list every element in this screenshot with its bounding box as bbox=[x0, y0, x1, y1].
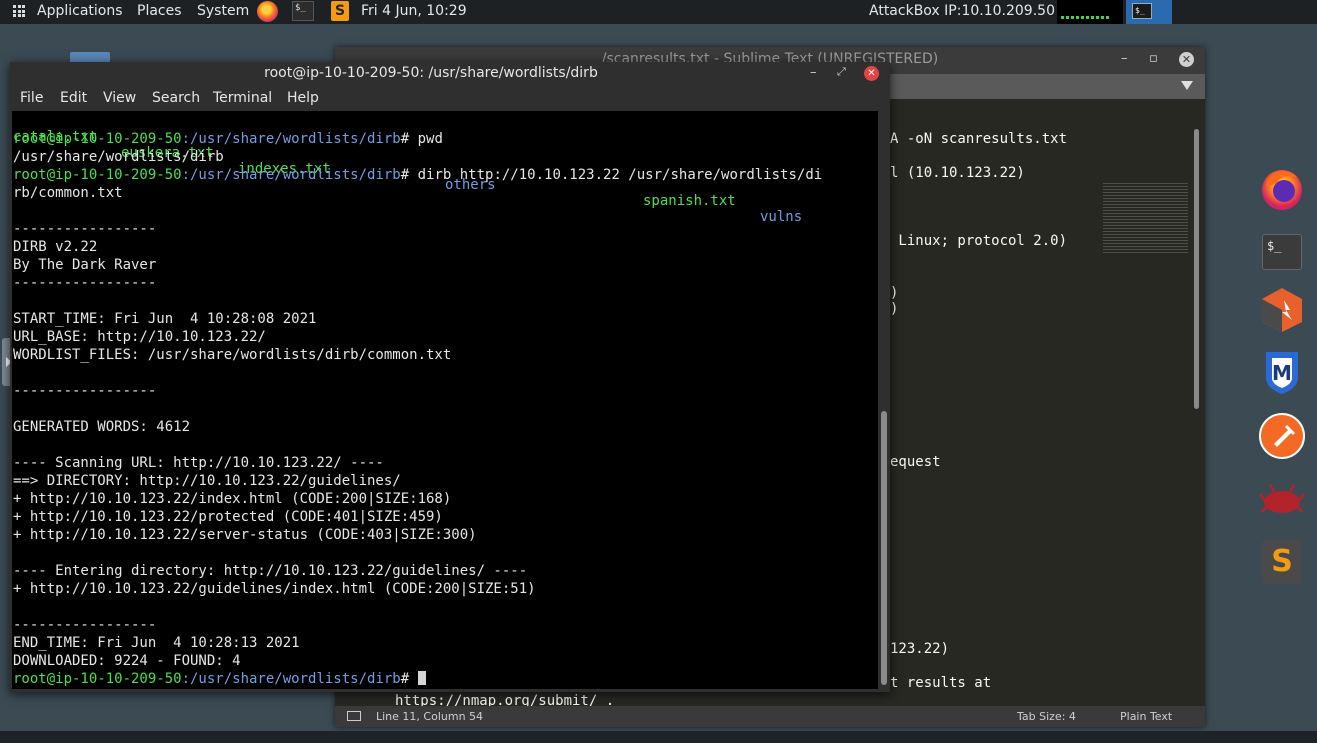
prompt-line: root@ip-10-10-209-50:/usr/share/wordlist… bbox=[13, 167, 822, 183]
terminal-screen[interactable]: catala.txt euskera.txt indexes.txt other… bbox=[12, 111, 878, 689]
attackbox-ip: AttackBox IP:10.10.209.50 bbox=[869, 3, 1055, 19]
code-line: https://nmap.org/submit/ . bbox=[395, 693, 615, 706]
menu-view[interactable]: View bbox=[103, 90, 136, 106]
right-dock: $_ M S bbox=[1248, 150, 1317, 610]
output-line: END_TIME: Fri Jun 4 10:28:13 2021 bbox=[13, 635, 300, 651]
apps-grid-icon[interactable] bbox=[13, 5, 25, 17]
terminal-title: root@ip-10-10-209-50: /usr/share/wordlis… bbox=[264, 65, 598, 81]
prompt-user: root@ip-10-10-209-50 bbox=[13, 131, 182, 147]
output-line: /usr/share/wordlists/dirb bbox=[13, 149, 224, 165]
workspace-preview[interactable] bbox=[1057, 0, 1123, 24]
output-line: + http://10.10.123.22/guidelines/index.h… bbox=[13, 581, 536, 597]
top-panel: Applications Places System $_ S Fri 4 Ju… bbox=[0, 0, 1317, 24]
terminal-icon[interactable]: $_ bbox=[1258, 230, 1306, 278]
burpsuite-icon[interactable] bbox=[1258, 286, 1306, 334]
output-line: GENERATED WORDS: 4612 bbox=[13, 419, 191, 435]
output-line: + http://10.10.123.22/protected (CODE:40… bbox=[13, 509, 443, 525]
terminal-scrollbar[interactable] bbox=[878, 111, 890, 689]
firefox-icon[interactable] bbox=[1258, 164, 1306, 212]
sublime-scrollbar[interactable] bbox=[1194, 129, 1199, 409]
prompt-user: root@ip-10-10-209-50 bbox=[13, 167, 182, 183]
sublime-close-button[interactable]: ✕ bbox=[1179, 52, 1194, 67]
cursor-position: Line 11, Column 54 bbox=[376, 710, 484, 723]
code-line: ) bbox=[890, 301, 899, 317]
code-line: t results at bbox=[890, 675, 992, 691]
tab-size[interactable]: Tab Size: 4 bbox=[1017, 706, 1076, 727]
places-menu[interactable]: Places bbox=[137, 0, 182, 24]
postman-icon[interactable] bbox=[1258, 412, 1306, 460]
sublime-maximize-button[interactable]: ▫ bbox=[1149, 51, 1158, 66]
menu-help[interactable]: Help bbox=[287, 90, 319, 106]
output-line: + http://10.10.123.22/server-status (COD… bbox=[13, 527, 477, 543]
output-line: WORDLIST_FILES: /usr/share/wordlists/dir… bbox=[13, 347, 452, 363]
code-line: equest bbox=[890, 454, 941, 470]
sublime-statusbar: Line 11, Column 54 Tab Size: 4 Plain Tex… bbox=[335, 706, 1205, 727]
sublime-icon[interactable]: S bbox=[1258, 538, 1306, 586]
syntax-mode[interactable]: Plain Text bbox=[1120, 706, 1172, 727]
file-spanish: spanish.txt bbox=[643, 193, 736, 209]
applications-menu[interactable]: Applications bbox=[37, 0, 123, 24]
output-line: ---- Scanning URL: http://10.10.123.22/ … bbox=[13, 455, 384, 471]
code-line: 123.22) bbox=[890, 641, 950, 657]
menu-search[interactable]: Search bbox=[152, 90, 200, 106]
output-line: ----------------- bbox=[13, 383, 157, 399]
prompt-line: root@ip-10-10-209-50:/usr/share/wordlist… bbox=[13, 671, 426, 687]
tab-dropdown-icon[interactable] bbox=[1181, 81, 1193, 90]
sublime-minimize-button[interactable]: – bbox=[1121, 51, 1128, 66]
output-line: ----------------- bbox=[13, 275, 157, 291]
output-line: ---- Entering directory: http://10.10.12… bbox=[13, 563, 528, 579]
clock[interactable]: Fri 4 Jun, 10:29 bbox=[361, 0, 467, 24]
terminal-close-button[interactable]: ✕ bbox=[864, 66, 879, 81]
metasploit-icon[interactable]: M bbox=[1258, 348, 1306, 396]
menu-edit[interactable]: Edit bbox=[60, 90, 87, 106]
output-line: By The Dark Raver bbox=[13, 257, 157, 273]
command-text: pwd bbox=[417, 131, 443, 147]
prompt-line: root@ip-10-10-209-50:/usr/share/wordlist… bbox=[13, 131, 443, 147]
prompt-hash: # bbox=[400, 671, 418, 687]
terminal-minimize-button[interactable]: – bbox=[810, 65, 817, 80]
prompt-path: :/usr/share/wordlists/dirb bbox=[181, 167, 401, 183]
sublime-glyph: S bbox=[1262, 540, 1302, 584]
text-cursor[interactable] bbox=[417, 671, 426, 685]
output-line: DOWNLOADED: 9224 - FOUND: 4 bbox=[13, 653, 241, 669]
terminal-glyph: $_ bbox=[1262, 234, 1302, 270]
menu-file[interactable]: File bbox=[20, 90, 43, 106]
terminal-scroll-thumb[interactable] bbox=[881, 411, 887, 685]
terminal-menubar: File Edit View Search Terminal Help bbox=[10, 87, 890, 111]
terminal-titlebar[interactable]: root@ip-10-10-209-50: /usr/share/wordlis… bbox=[10, 62, 890, 87]
output-line: ==> DIRECTORY: http://10.10.123.22/guide… bbox=[13, 473, 401, 489]
bottom-panel bbox=[0, 731, 1317, 743]
firefox-launcher-icon[interactable] bbox=[257, 1, 278, 22]
output-line: ----------------- bbox=[13, 221, 157, 237]
dir-vulns: vulns bbox=[760, 209, 803, 225]
command-text: dirb http://10.10.123.22 /usr/share/word… bbox=[417, 167, 823, 183]
metasploit-glyph: M bbox=[1272, 361, 1292, 385]
output-line: DIRB v2.22 bbox=[13, 239, 98, 255]
prompt-user: root@ip-10-10-209-50 bbox=[13, 671, 182, 687]
code-line: Linux; protocol 2.0) bbox=[890, 233, 1068, 249]
terminal-maximize-button[interactable]: ⤢ bbox=[837, 65, 846, 79]
terminal-task-icon: $_ bbox=[1132, 3, 1152, 19]
code-line: ) bbox=[890, 285, 899, 301]
terminal-launcher-icon[interactable]: $_ bbox=[292, 1, 314, 21]
redbug-icon[interactable] bbox=[1258, 476, 1306, 524]
prompt-path: :/usr/share/wordlists/dirb bbox=[181, 131, 401, 147]
output-line: URL_BASE: http://10.10.123.22/ bbox=[13, 329, 266, 345]
code-line: l (10.10.123.22) bbox=[890, 165, 1025, 181]
output-line: START_TIME: Fri Jun 4 10:28:08 2021 bbox=[13, 311, 317, 327]
system-menu[interactable]: System bbox=[197, 0, 249, 24]
output-line: + http://10.10.123.22/index.html (CODE:2… bbox=[13, 491, 452, 507]
prompt-hash: # bbox=[400, 167, 418, 183]
active-task-button[interactable]: $_ bbox=[1126, 0, 1172, 24]
sublime-minimap[interactable] bbox=[1103, 183, 1188, 253]
panel-toggle-icon[interactable] bbox=[347, 711, 361, 721]
terminal-window[interactable]: root@ip-10-10-209-50: /usr/share/wordlis… bbox=[10, 62, 890, 692]
menu-terminal[interactable]: Terminal bbox=[213, 90, 272, 106]
sublime-launcher-icon[interactable]: S bbox=[331, 1, 349, 21]
code-line: A -oN scanresults.txt bbox=[890, 131, 1068, 147]
prompt-hash: # bbox=[400, 131, 418, 147]
output-line: rb/common.txt bbox=[13, 185, 123, 201]
output-line: ----------------- bbox=[13, 617, 157, 633]
prompt-path: :/usr/share/wordlists/dirb bbox=[181, 671, 401, 687]
